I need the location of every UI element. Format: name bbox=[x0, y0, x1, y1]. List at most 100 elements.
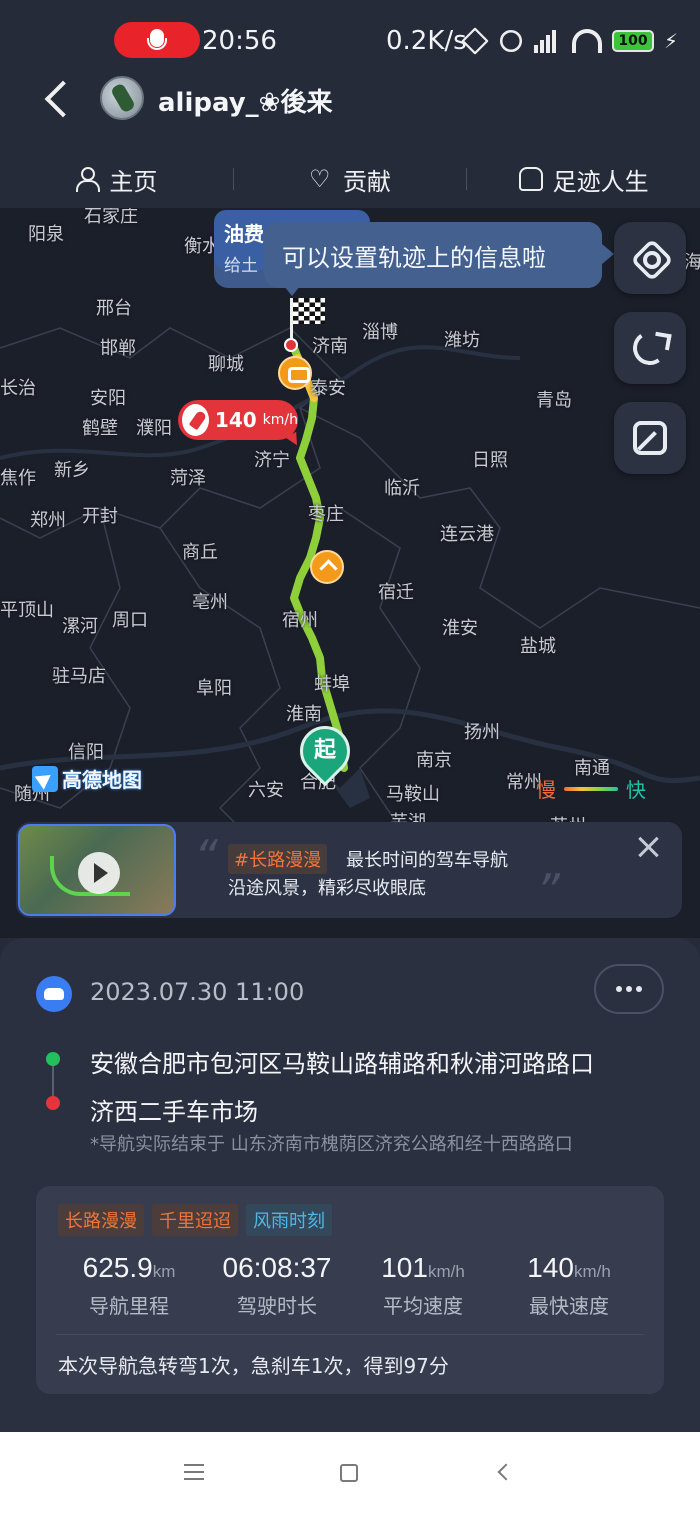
city-label: 邯郸 bbox=[100, 338, 136, 359]
promo-title: 最长时间的驾车导航 bbox=[346, 850, 508, 871]
city-label: 漯河 bbox=[62, 616, 98, 637]
destination-dot bbox=[46, 1096, 60, 1110]
city-label: 青岛 bbox=[536, 390, 572, 411]
promo-banner[interactable]: “ ” #长路漫漫 最长时间的驾车导航 沿途风景，精彩尽收眼底 bbox=[16, 822, 682, 918]
city-label: 聊城 bbox=[208, 354, 244, 375]
trip-end-note: *导航实际结束于 山东济南市槐荫区济兖公路和经十西路路口 bbox=[90, 1134, 573, 1155]
clock: 20:56 bbox=[202, 26, 277, 56]
start-label: 起 bbox=[313, 738, 336, 763]
charging-icon: ⚡ bbox=[664, 29, 679, 53]
city-label: 菏泽 bbox=[170, 468, 206, 489]
city-label: 海 bbox=[684, 252, 700, 273]
system-nav-bar bbox=[0, 1432, 700, 1516]
tab-footprint[interactable]: 足迹人生 bbox=[467, 150, 700, 208]
amap-logo-icon bbox=[32, 765, 58, 792]
city-label: 南京 bbox=[416, 750, 452, 771]
city-label: 焦作 bbox=[0, 468, 36, 489]
promo-tag: #长路漫漫 bbox=[228, 844, 328, 874]
city-label: 连云港 bbox=[440, 524, 494, 545]
city-label: 安阳 bbox=[90, 388, 126, 409]
tab-home[interactable]: 主页 bbox=[0, 150, 233, 208]
city-label: 淄博 bbox=[362, 322, 398, 343]
trip-summary: 本次导航急转弯1次，急刹车1次，得到97分 bbox=[58, 1354, 449, 1378]
finish-flag-icon[interactable] bbox=[284, 298, 330, 352]
city-label: 阳泉 bbox=[28, 224, 64, 245]
car-icon bbox=[36, 976, 72, 1012]
wifi-icon bbox=[572, 29, 602, 53]
city-label: 淮安 bbox=[442, 618, 478, 639]
promo-subtitle: 沿途风景，精彩尽收眼底 bbox=[228, 878, 426, 899]
battery-icon: 100 bbox=[612, 30, 654, 52]
quote-open-icon: “ bbox=[194, 830, 218, 884]
city-label: 驻马店 bbox=[52, 666, 106, 687]
edit-icon bbox=[633, 421, 667, 455]
end-point-marker bbox=[284, 338, 298, 352]
trip-origin: 安徽合肥市包河区马鞍山路辅路和秋浦河路路口 bbox=[90, 1050, 594, 1078]
city-label: 濮阳 bbox=[136, 418, 172, 439]
fuel-event-icon[interactable] bbox=[278, 356, 312, 390]
tab-label: 足迹人生 bbox=[552, 167, 649, 196]
city-label: 济宁 bbox=[254, 450, 290, 471]
profile-header: alipay_❀後来 bbox=[0, 76, 700, 150]
trip-destination: 济西二手车市场 bbox=[90, 1098, 258, 1126]
tab-contribution[interactable]: ♡ 贡献 bbox=[234, 150, 467, 208]
city-label: 长治 bbox=[0, 378, 36, 399]
speed-legend: 慢 快 bbox=[536, 778, 646, 802]
stat-avg-speed: 101km/h 平均速度 bbox=[381, 1252, 465, 1318]
city-label: 临沂 bbox=[384, 478, 420, 499]
stat-distance: 625.9km 导航里程 bbox=[82, 1252, 176, 1318]
city-label: 石家庄 bbox=[84, 208, 138, 227]
city-label: 宿迁 bbox=[378, 582, 414, 603]
edit-button[interactable] bbox=[614, 402, 686, 474]
trip-tag: 风雨时刻 bbox=[246, 1204, 332, 1236]
city-label: 新乡 bbox=[54, 460, 90, 481]
city-label: 商丘 bbox=[182, 542, 218, 563]
trip-date: 2023.07.30 11:00 bbox=[90, 978, 305, 1006]
recording-indicator[interactable] bbox=[114, 22, 200, 58]
back-icon[interactable] bbox=[40, 80, 80, 120]
username: alipay_❀後来 bbox=[158, 88, 333, 118]
network-speed: 0.2K/s bbox=[386, 26, 467, 56]
city-label: 周口 bbox=[112, 610, 148, 631]
settings-icon bbox=[631, 239, 669, 277]
tooltip-message: 可以设置轨迹上的信息啦 bbox=[264, 222, 614, 288]
avatar[interactable] bbox=[100, 76, 144, 120]
city-label: 宿州 bbox=[282, 610, 318, 631]
settings-button[interactable] bbox=[614, 222, 686, 294]
city-label: 蚌埠 bbox=[314, 674, 350, 695]
play-icon[interactable] bbox=[78, 852, 120, 894]
max-speed-value: 140 bbox=[214, 408, 257, 432]
car-icon bbox=[518, 167, 543, 191]
city-label: 阜阳 bbox=[196, 678, 232, 699]
city-label: 信阳 bbox=[68, 742, 104, 763]
city-label: 日照 bbox=[472, 450, 508, 471]
status-bar: 20:56 0.2K/s 100 ⚡ bbox=[0, 0, 700, 80]
info-tooltip[interactable]: 油费 给土 可以设置轨迹上的信息啦 bbox=[214, 210, 614, 296]
more-button[interactable] bbox=[594, 964, 664, 1014]
profile-tabs: 主页 ♡ 贡献 足迹人生 bbox=[0, 150, 700, 208]
close-icon[interactable] bbox=[636, 834, 662, 860]
rocket-icon bbox=[182, 404, 209, 436]
system-back-icon[interactable] bbox=[497, 1463, 515, 1481]
city-label: 枣庄 bbox=[308, 504, 344, 525]
quote-close-icon: ” bbox=[536, 864, 560, 918]
max-speed-marker[interactable]: 140 km/h bbox=[178, 400, 303, 449]
share-button[interactable] bbox=[614, 312, 686, 384]
divider bbox=[56, 1334, 644, 1335]
heart-icon: ♡ bbox=[309, 165, 331, 193]
recent-apps-icon[interactable] bbox=[184, 1464, 204, 1480]
city-label: 泰安 bbox=[310, 378, 346, 399]
home-icon[interactable] bbox=[340, 1464, 358, 1482]
map-provider-logo: 高德地图 bbox=[32, 764, 142, 793]
alarm-icon bbox=[499, 29, 523, 53]
trip-detail-card: 2023.07.30 11:00 安徽合肥市包河区马鞍山路辅路和秋浦河路路口 济… bbox=[0, 938, 700, 1432]
city-label: 六安 bbox=[248, 780, 284, 801]
promo-video-thumbnail[interactable] bbox=[18, 824, 176, 916]
stat-duration: 06:08:37 驾驶时长 bbox=[222, 1252, 332, 1318]
sharp-turn-icon[interactable] bbox=[310, 550, 344, 584]
city-label: 淮南 bbox=[286, 704, 322, 725]
stat-max-speed: 140km/h 最快速度 bbox=[527, 1252, 611, 1318]
trip-tag: 长路漫漫 bbox=[58, 1204, 144, 1236]
tab-label: 主页 bbox=[109, 167, 158, 196]
origin-dot bbox=[46, 1052, 60, 1066]
